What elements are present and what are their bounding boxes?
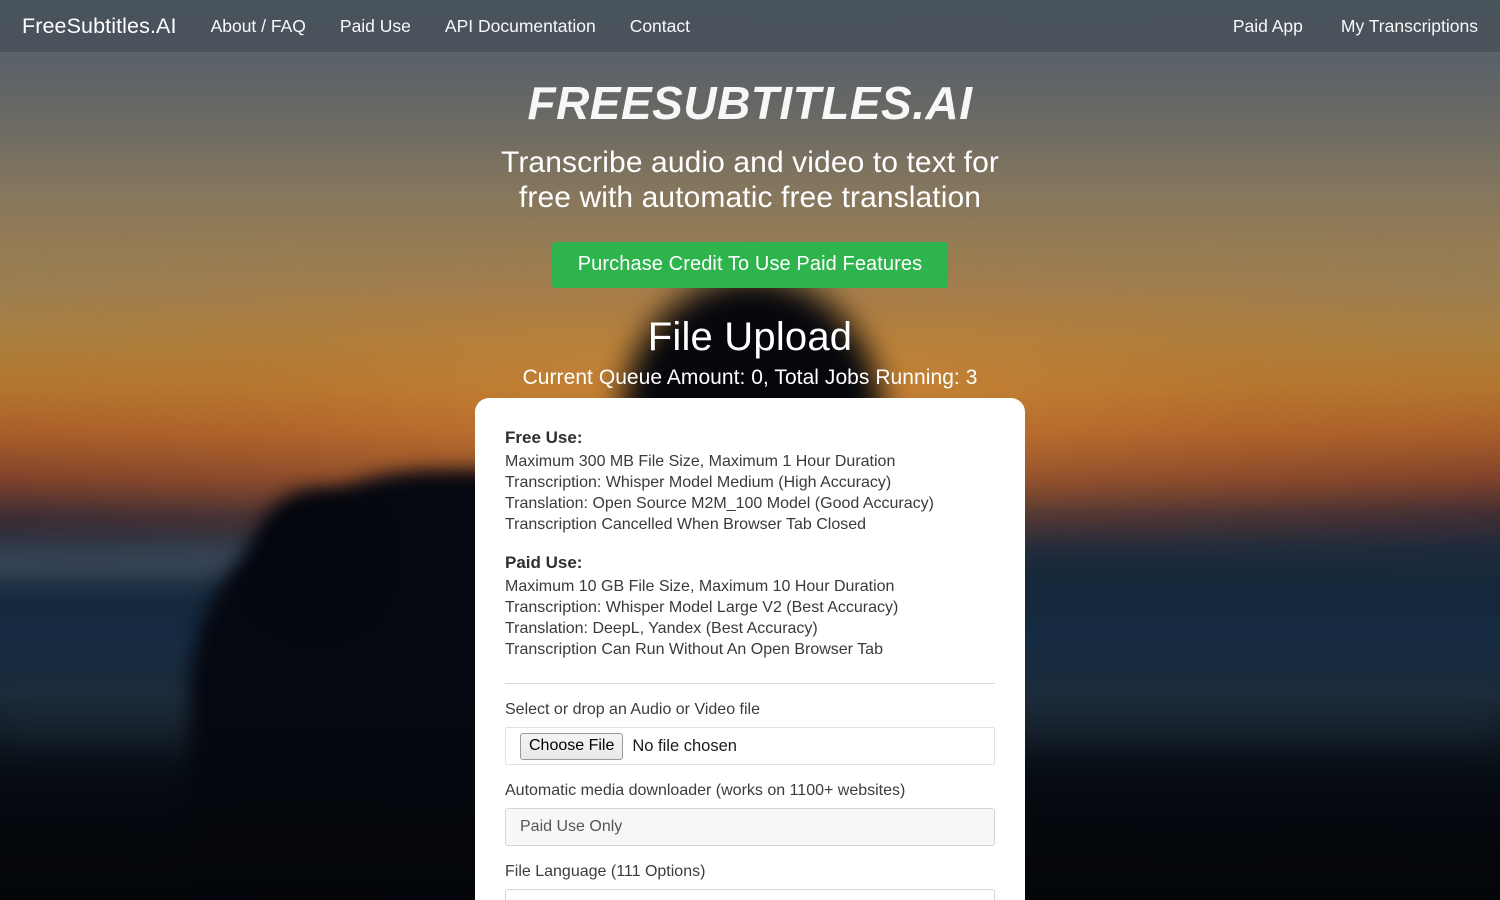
nav-link-paid-app[interactable]: Paid App [1233, 16, 1303, 37]
nav-brand-link[interactable]: FreeSubtitles.AI [22, 14, 177, 39]
hero-subtitle: Transcribe audio and video to text for f… [0, 145, 1500, 216]
file-chosen-status: No file chosen [632, 736, 737, 755]
free-use-block: Free Use: Maximum 300 MB File Size, Maxi… [505, 426, 995, 535]
paid-use-line-1: Maximum 10 GB File Size, Maximum 10 Hour… [505, 577, 895, 595]
nav-link-my-transcriptions[interactable]: My Transcriptions [1341, 16, 1478, 37]
file-input[interactable]: Choose File No file chosen [505, 727, 995, 766]
paid-use-line-4: Transcription Can Run Without An Open Br… [505, 641, 883, 659]
downloader-field-label: Automatic media downloader (works on 110… [505, 782, 906, 800]
free-use-line-1: Maximum 300 MB File Size, Maximum 1 Hour… [505, 452, 896, 470]
free-use-line-4: Transcription Cancelled When Browser Tab… [505, 515, 867, 533]
plan-spacer [505, 535, 995, 551]
top-navigation-bar: FreeSubtitles.AI About / FAQ Paid Use AP… [0, 0, 1500, 52]
nav-link-api-documentation[interactable]: API Documentation [445, 16, 596, 37]
purchase-credit-button[interactable]: Purchase Credit To Use Paid Features [551, 242, 949, 289]
free-use-line-3: Translation: Open Source M2M_100 Model (… [505, 494, 934, 512]
file-upload-heading: File Upload [647, 315, 853, 360]
nav-link-about-faq[interactable]: About / FAQ [211, 16, 306, 37]
paid-use-block: Paid Use: Maximum 10 GB File Size, Maxim… [505, 551, 995, 660]
hero-subtitle-line-2: free with automatic free translation [518, 180, 982, 214]
card-divider [505, 683, 995, 685]
file-language-select[interactable]: Auto-Detect [505, 889, 995, 900]
nav-link-paid-use[interactable]: Paid Use [340, 16, 411, 37]
free-use-heading: Free Use: [505, 428, 583, 447]
nav-left-group: FreeSubtitles.AI About / FAQ Paid Use AP… [22, 14, 724, 39]
language-field-label: File Language (111 Options) [505, 863, 706, 881]
choose-file-button[interactable]: Choose File [520, 732, 624, 760]
hero-subtitle-line-1: Transcribe audio and video to text for [501, 145, 999, 179]
background-arm-silhouette [255, 490, 375, 620]
hero-section: FREESUBTITLES.AI Transcribe audio and vi… [0, 52, 1500, 390]
media-downloader-input[interactable]: Paid Use Only [505, 808, 995, 847]
file-field-label: Select or drop an Audio or Video file [505, 701, 760, 719]
paid-use-line-2: Transcription: Whisper Model Large V2 (B… [505, 598, 899, 616]
free-use-line-2: Transcription: Whisper Model Medium (Hig… [505, 473, 892, 491]
paid-use-line-3: Translation: DeepL, Yandex (Best Accurac… [505, 619, 818, 637]
nav-right-group: Paid App My Transcriptions [1195, 16, 1478, 37]
page-title: FREESUBTITLES.AI [527, 77, 973, 129]
file-upload-card: Free Use: Maximum 300 MB File Size, Maxi… [475, 398, 1025, 900]
nav-link-contact[interactable]: Contact [630, 16, 690, 37]
paid-use-heading: Paid Use: [505, 553, 583, 573]
queue-status-text: Current Queue Amount: 0, Total Jobs Runn… [522, 366, 978, 390]
